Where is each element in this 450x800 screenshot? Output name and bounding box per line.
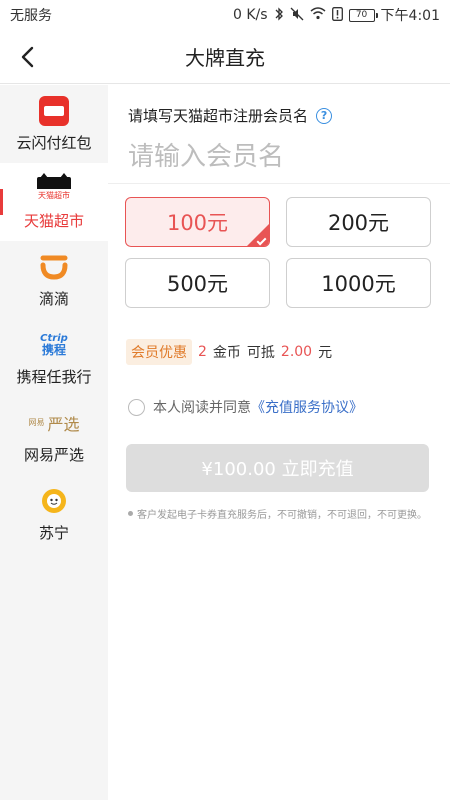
unionpay-red-packet-icon (39, 95, 69, 126)
promo-coin-unit: 金币 (212, 345, 241, 361)
page-title: 大牌直充 (185, 46, 265, 70)
amount-label: 200元 (327, 211, 390, 235)
suning-icon (40, 486, 68, 516)
agreement-link[interactable]: 《充值服务协议》 (251, 397, 363, 417)
amount-label: 500元 (166, 272, 229, 296)
promo-badge: 会员优惠 (126, 339, 192, 365)
promo-currency: 元 (318, 345, 333, 361)
bluetooth-icon (274, 6, 284, 24)
notice: 客户发起电子卡券直充服务后，不可撤销，不可退回，不可更换。 (128, 506, 427, 521)
amount-label: 1000元 (321, 272, 396, 296)
agreement-text: 本人阅读并同意 (153, 400, 251, 416)
netease-yanxuan-icon: 网易 严选 (28, 408, 79, 438)
sidebar: 云闪付红包 天猫超市 天猫超市 滴滴 Ctrip 携程 携程任我行 网易 严选 网易… (0, 85, 108, 800)
sidebar-item-tmall[interactable]: 天猫超市 天猫超市 (0, 163, 108, 241)
sidebar-item-label: 滴滴 (38, 289, 69, 308)
wifi-icon (310, 7, 326, 23)
amount-label: 100元 (166, 211, 229, 235)
didi-icon (39, 252, 69, 282)
promo-deduct-amount: 2.00 (280, 344, 313, 360)
amount-option-1000[interactable]: 1000元 (286, 258, 431, 308)
help-icon[interactable]: ? (316, 107, 333, 124)
form-title: 请填写天猫超市注册会员名 ? (128, 105, 333, 126)
bullet-dot (128, 511, 133, 516)
tmall-icon: 天猫超市 (37, 172, 71, 204)
agreement-row: 本人阅读并同意 《充值服务协议》 (128, 397, 363, 417)
form-title-text: 请填写天猫超市注册会员名 (128, 107, 309, 125)
status-bar: 无服务 0 K/s 70 下午4:01 (0, 0, 450, 30)
sidebar-item-ctrip[interactable]: Ctrip 携程 携程任我行 (0, 319, 108, 397)
sidebar-item-label: 网易严选 (23, 445, 84, 464)
yanxuan-logo-big: 严选 (47, 414, 80, 434)
amount-option-100[interactable]: 100元 (125, 197, 270, 247)
member-name-input[interactable] (128, 137, 428, 177)
notice-text: 客户发起电子卡券直充服务后，不可撤销，不可退回，不可更换。 (137, 510, 427, 521)
submit-button[interactable]: ¥100.00 立即充值 (126, 444, 429, 492)
promo-row: 会员优惠 2 金币 可抵 2.00 元 (126, 339, 332, 365)
amount-option-200[interactable]: 200元 (286, 197, 431, 247)
yanxuan-logo-small: 网易 (28, 417, 45, 427)
sidebar-item-label: 天猫超市 (23, 211, 84, 230)
promo-coins: 2 (198, 344, 207, 360)
header: 大牌直充 (0, 30, 450, 84)
sidebar-item-didi[interactable]: 滴滴 (0, 241, 108, 319)
ctrip-logo-en: Ctrip (40, 332, 68, 344)
carrier-text: 无服务 (10, 8, 52, 24)
back-arrow-icon[interactable] (14, 44, 40, 70)
alert-icon (331, 6, 343, 24)
input-divider (108, 183, 450, 184)
sidebar-item-yanxuan[interactable]: 网易 严选 网易严选 (0, 397, 108, 475)
ctrip-icon: Ctrip 携程 (40, 330, 68, 360)
sidebar-item-label: 携程任我行 (16, 367, 92, 386)
status-right: 0 K/s 70 下午4:01 (233, 5, 440, 25)
amount-option-500[interactable]: 500元 (125, 258, 270, 308)
sidebar-item-label: 苏宁 (38, 523, 69, 542)
mute-icon (290, 7, 304, 24)
clock-text: 下午4:01 (380, 8, 440, 24)
agreement-radio[interactable] (128, 398, 145, 416)
ctrip-logo-zh: 携程 (41, 342, 66, 357)
battery-icon: 70 (348, 8, 378, 22)
sidebar-item-suning[interactable]: 苏宁 (0, 475, 108, 553)
promo-deduct-text: 可抵 (246, 345, 275, 361)
network-speed: 0 K/s (232, 7, 268, 23)
sidebar-item-label: 云闪付红包 (16, 133, 92, 152)
main-panel: 请填写天猫超市注册会员名 ? 100元 200元 500元 1000元 会员优惠… (108, 85, 450, 800)
sidebar-item-unionpay[interactable]: 云闪付红包 (0, 85, 108, 163)
tmall-logo-text: 天猫超市 (38, 190, 70, 200)
amount-grid: 100元 200元 500元 1000元 (125, 197, 431, 308)
